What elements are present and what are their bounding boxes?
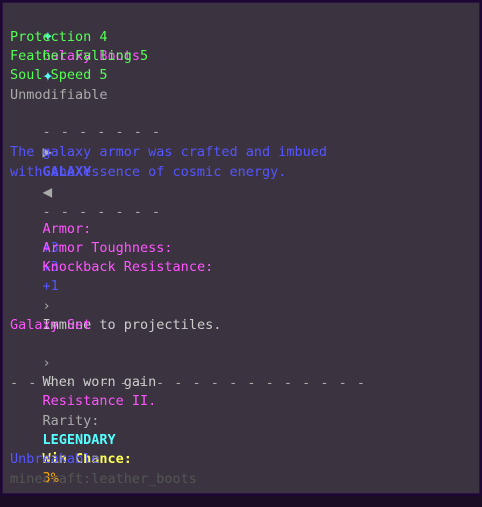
stat-armor: Armor: +3 bbox=[10, 201, 92, 256]
enchantment-line: Feather Falling 5 bbox=[10, 48, 149, 64]
ability-line: › Immune to projectiles. bbox=[10, 278, 222, 333]
set-header: - - - - - - - ▶ GALAXY ◀ - - - - - - - bbox=[10, 104, 161, 220]
bullet-icon: › bbox=[42, 355, 51, 371]
bullet-icon: › bbox=[42, 298, 51, 314]
item-id: minecraft:leather_boots bbox=[10, 471, 197, 487]
description-line: with the essence of cosmic energy. bbox=[10, 164, 287, 180]
description-line: The galaxy armor was crafted and imbued bbox=[10, 144, 327, 160]
stat-label: Knockback Resistance: bbox=[42, 259, 214, 275]
divider: - - - - - - - bbox=[42, 124, 162, 140]
rarity-line: Rarity: LEGENDARY bbox=[10, 393, 116, 448]
arrow-left-icon: ◀ bbox=[42, 182, 53, 201]
set-bonus-line: › When worn gain Resistance II. bbox=[10, 335, 157, 409]
stat-knockback-resistance: Knockback Resistance: +1 bbox=[10, 239, 214, 294]
set-bonus-title: Galaxy Set bbox=[10, 317, 92, 333]
win-chance-line: Win Chance: 3% bbox=[10, 431, 132, 486]
enchantment-line: Protection 4 bbox=[10, 29, 108, 45]
bottom-divider: - - - - - - - - - - - - - - - - - - - - bbox=[10, 375, 366, 391]
item-tooltip: ✦ Galaxy Boots ✦ Protection 4 Feather Fa… bbox=[0, 0, 482, 496]
item-name-line: ✦ Galaxy Boots ✦ bbox=[10, 7, 141, 85]
unmodifiable-label: Unmodifiable bbox=[10, 87, 108, 103]
unbreakable-label: Unbreakable bbox=[10, 451, 100, 467]
enchantment-line: Soul Speed 5 bbox=[10, 67, 108, 83]
rarity-label: Rarity: bbox=[42, 413, 100, 429]
stat-armor-toughness: Armor Toughness: +3 bbox=[10, 220, 173, 275]
